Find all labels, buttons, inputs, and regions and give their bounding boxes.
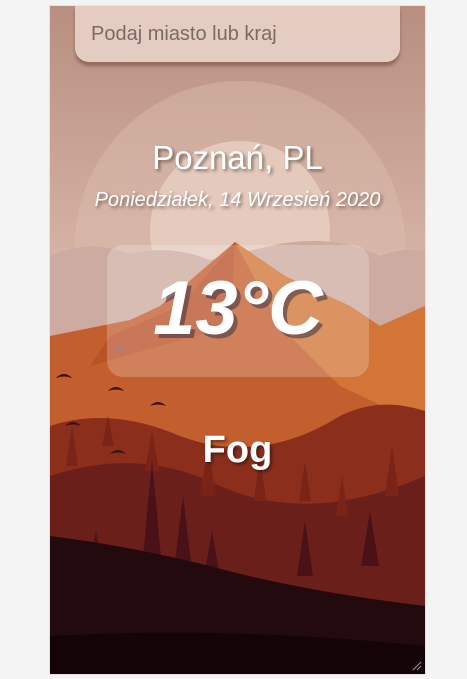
temperature-panel: 13°C	[107, 245, 369, 377]
resize-handle-icon[interactable]	[412, 661, 422, 671]
city-search-input[interactable]	[75, 6, 400, 62]
location-name: Poznań, PL	[152, 139, 323, 176]
temperature-value: 13°C	[153, 266, 323, 351]
weather-description: Fog	[202, 429, 273, 471]
weather-app: Poznań, PL Poniedziałek, 14 Wrzesień 202…	[50, 6, 425, 674]
search-bar	[75, 6, 400, 62]
current-date: Poniedziałek, 14 Wrzesień 2020	[94, 189, 381, 211]
